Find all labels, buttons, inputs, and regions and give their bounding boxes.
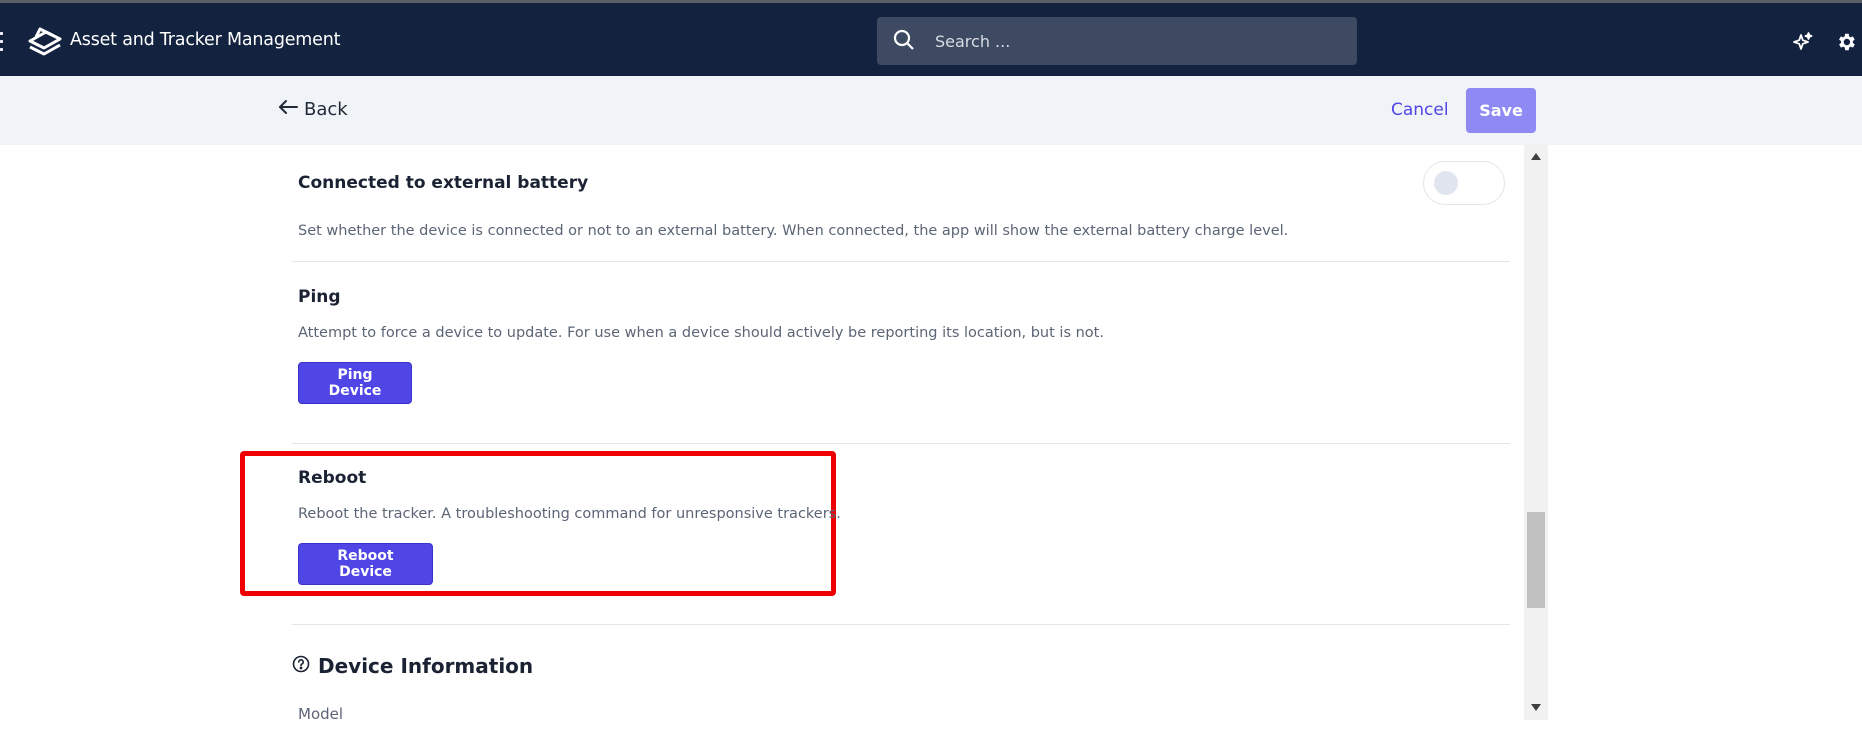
logo-icon bbox=[26, 25, 64, 63]
app-title: Asset and Tracker Management bbox=[70, 30, 341, 50]
gear-icon[interactable] bbox=[1835, 31, 1857, 57]
ping-description: Attempt to force a device to update. For… bbox=[298, 325, 1104, 341]
divider bbox=[292, 261, 1510, 262]
question-circle-icon bbox=[292, 654, 310, 678]
scroll-down-arrow-icon[interactable] bbox=[1531, 704, 1541, 711]
search-icon bbox=[893, 29, 915, 55]
search-bar[interactable] bbox=[877, 17, 1357, 65]
back-label: Back bbox=[304, 99, 348, 120]
external-battery-description: Set whether the device is connected or n… bbox=[298, 223, 1289, 239]
divider bbox=[292, 624, 1510, 625]
action-bar: Back Cancel Save bbox=[0, 76, 1862, 145]
reboot-device-button[interactable]: Reboot Device bbox=[298, 543, 433, 585]
top-navigation-bar: Asset and Tracker Management bbox=[0, 3, 1862, 76]
toggle-knob bbox=[1434, 171, 1458, 195]
scroll-up-arrow-icon[interactable] bbox=[1531, 153, 1541, 160]
sparkle-icon[interactable] bbox=[1793, 32, 1813, 56]
external-battery-title: Connected to external battery bbox=[298, 173, 589, 193]
search-input[interactable] bbox=[935, 27, 1335, 55]
arrow-left-icon bbox=[278, 99, 298, 120]
cancel-button[interactable]: Cancel bbox=[1391, 100, 1449, 120]
reboot-title: Reboot bbox=[298, 468, 367, 488]
menu-dots-icon[interactable] bbox=[0, 32, 4, 54]
back-link[interactable]: Back bbox=[278, 99, 348, 120]
divider bbox=[292, 443, 1510, 444]
scrollbar[interactable] bbox=[1524, 145, 1548, 720]
save-button[interactable]: Save bbox=[1466, 88, 1536, 133]
reboot-description: Reboot the tracker. A troubleshooting co… bbox=[298, 506, 841, 522]
external-battery-toggle[interactable] bbox=[1423, 161, 1505, 205]
device-information-title: Device Information bbox=[318, 654, 534, 678]
scroll-thumb[interactable] bbox=[1527, 512, 1545, 608]
device-settings-content: Connected to external battery Set whethe… bbox=[0, 145, 1862, 741]
ping-title: Ping bbox=[298, 287, 341, 307]
ping-device-button[interactable]: Ping Device bbox=[298, 362, 412, 404]
model-label: Model bbox=[298, 705, 344, 723]
device-information-heading: Device Information bbox=[292, 654, 533, 678]
